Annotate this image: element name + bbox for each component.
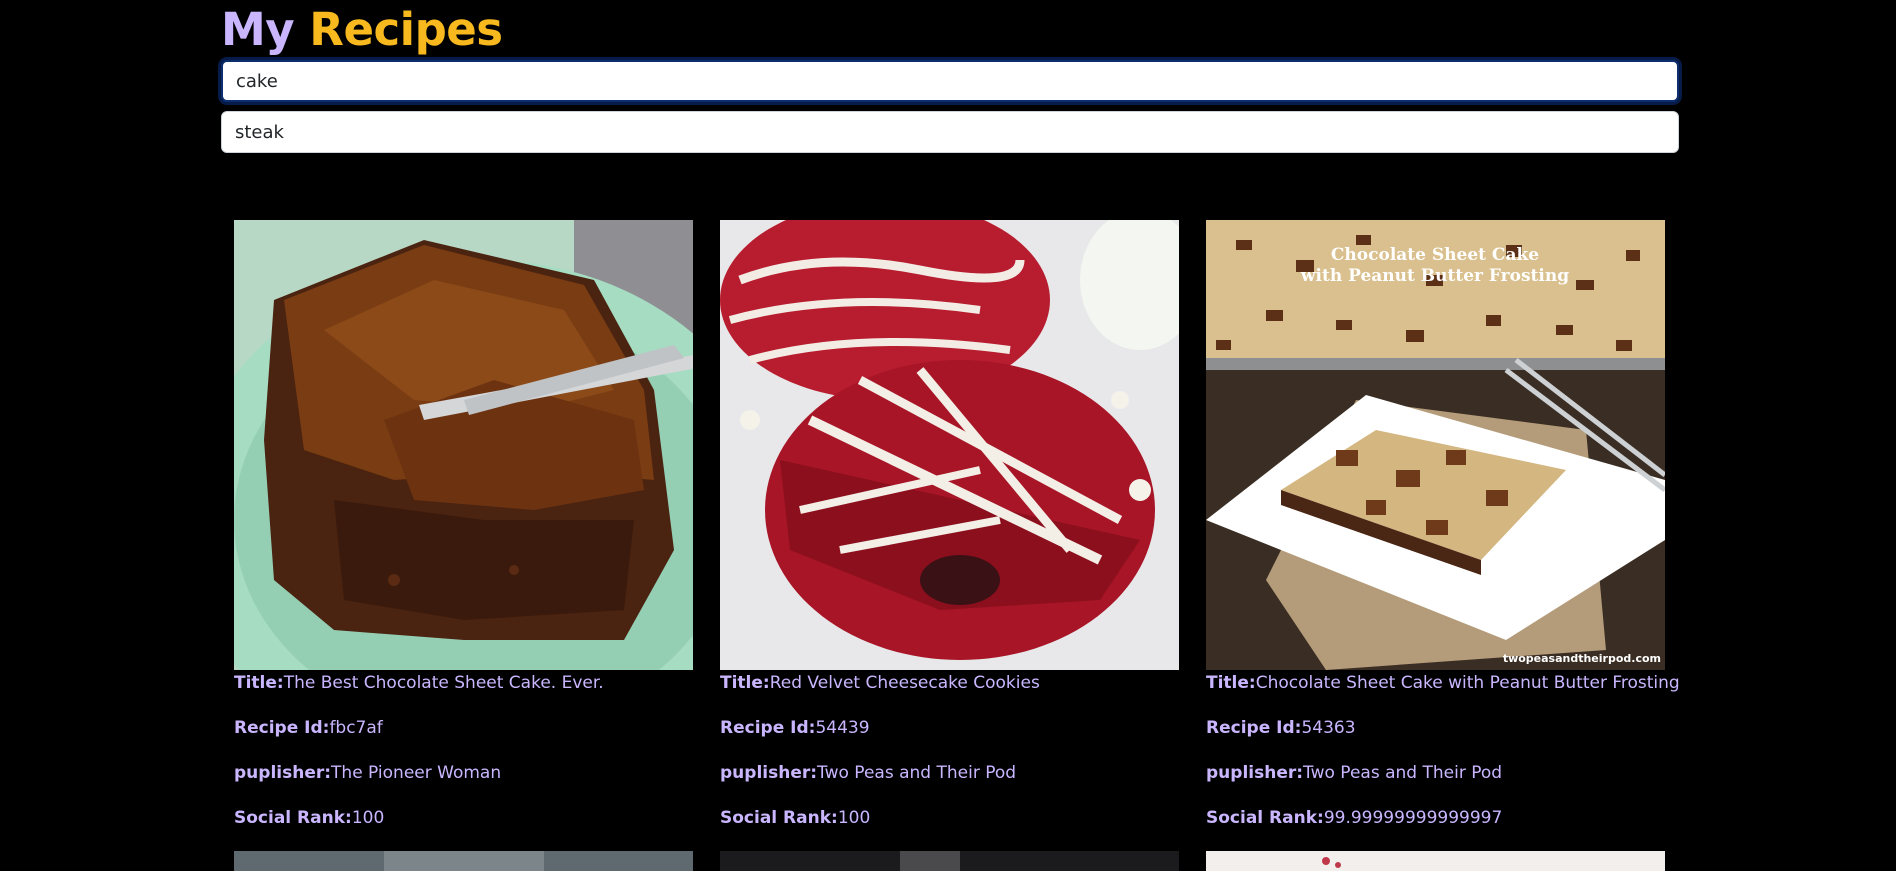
social-rank-value: 99.99999999999997 xyxy=(1323,808,1503,828)
social-rank-value: 100 xyxy=(351,808,385,828)
recipe-id: Recipe Id:fbc7af xyxy=(234,715,693,760)
social-rank-value: 100 xyxy=(837,808,871,828)
recipe-card-partial[interactable] xyxy=(1206,851,1665,871)
recipe-title: Title:The Best Chocolate Sheet Cake. Eve… xyxy=(234,670,693,715)
image-caption-line2: with Peanut Butter Frosting xyxy=(1300,266,1569,286)
recipe-title: Title:Red Velvet Cheesecake Cookies xyxy=(720,670,1179,715)
publisher-value: The Pioneer Woman xyxy=(331,763,502,783)
recipe-id-label: Recipe Id: xyxy=(234,718,330,738)
recipe-publisher: puplisher:The Pioneer Woman xyxy=(234,760,693,805)
social-rank-label: Social Rank: xyxy=(234,808,352,828)
recipe-publisher: puplisher:Two Peas and Their Pod xyxy=(720,760,1179,805)
image-caption-line1: Chocolate Sheet Cake xyxy=(1331,245,1539,265)
page-title: My Recipes xyxy=(221,0,1679,60)
title-word-recipes: Recipes xyxy=(309,3,503,56)
recipe-id-value: 54363 xyxy=(1301,718,1356,738)
recipe-social-rank: Social Rank:100 xyxy=(234,805,693,850)
title-word-my: My xyxy=(221,3,295,56)
social-rank-label: Social Rank: xyxy=(1206,808,1324,828)
recipe-card-partial[interactable] xyxy=(234,851,693,871)
publisher-value: Two Peas and Their Pod xyxy=(1303,763,1503,783)
recipe-id: Recipe Id:54439 xyxy=(720,715,1179,760)
app-container: My Recipes xyxy=(221,0,1679,153)
image-caption-overlay: Chocolate Sheet Cake with Peanut Butter … xyxy=(1300,245,1569,286)
recipe-id-label: Recipe Id: xyxy=(1206,718,1302,738)
recipe-id-label: Recipe Id: xyxy=(720,718,816,738)
recipe-id-value: 54439 xyxy=(815,718,870,738)
search-input-secondary[interactable] xyxy=(221,111,1679,153)
recipe-social-rank: Social Rank:99.99999999999997 xyxy=(1206,805,1665,850)
recipe-image-chocolate-sheet-cake[interactable] xyxy=(234,220,693,670)
recipe-social-rank: Social Rank:100 xyxy=(720,805,1179,850)
recipe-card[interactable]: Title:The Best Chocolate Sheet Cake. Eve… xyxy=(234,220,693,850)
title-value: Chocolate Sheet Cake with Peanut Butter … xyxy=(1255,673,1680,693)
title-label: Title: xyxy=(1206,673,1256,693)
recipe-title: Title:Chocolate Sheet Cake with Peanut B… xyxy=(1206,670,1680,715)
title-label: Title: xyxy=(720,673,770,693)
recipe-image-peanut-butter-sheet-cake[interactable]: Chocolate Sheet Cake with Peanut Butter … xyxy=(1206,220,1665,670)
publisher-value: Two Peas and Their Pod xyxy=(817,763,1017,783)
title-label: Title: xyxy=(234,673,284,693)
title-value: Red Velvet Cheesecake Cookies xyxy=(769,673,1040,693)
social-rank-label: Social Rank: xyxy=(720,808,838,828)
recipe-id: Recipe Id:54363 xyxy=(1206,715,1665,760)
recipe-card[interactable]: Chocolate Sheet Cake with Peanut Butter … xyxy=(1206,220,1680,850)
publisher-label: puplisher: xyxy=(234,763,332,783)
publisher-label: puplisher: xyxy=(720,763,818,783)
recipe-card-partial[interactable] xyxy=(720,851,1179,871)
image-watermark: twopeasandtheirpod.com xyxy=(1503,652,1661,665)
publisher-label: puplisher: xyxy=(1206,763,1304,783)
recipe-id-value: fbc7af xyxy=(329,718,383,738)
recipe-image-red-velvet-cookies[interactable] xyxy=(720,220,1179,670)
recipe-publisher: puplisher:Two Peas and Their Pod xyxy=(1206,760,1665,805)
recipe-card[interactable]: Title:Red Velvet Cheesecake Cookies Reci… xyxy=(720,220,1179,850)
title-value: The Best Chocolate Sheet Cake. Ever. xyxy=(283,673,604,693)
search-input-primary[interactable] xyxy=(221,60,1679,102)
